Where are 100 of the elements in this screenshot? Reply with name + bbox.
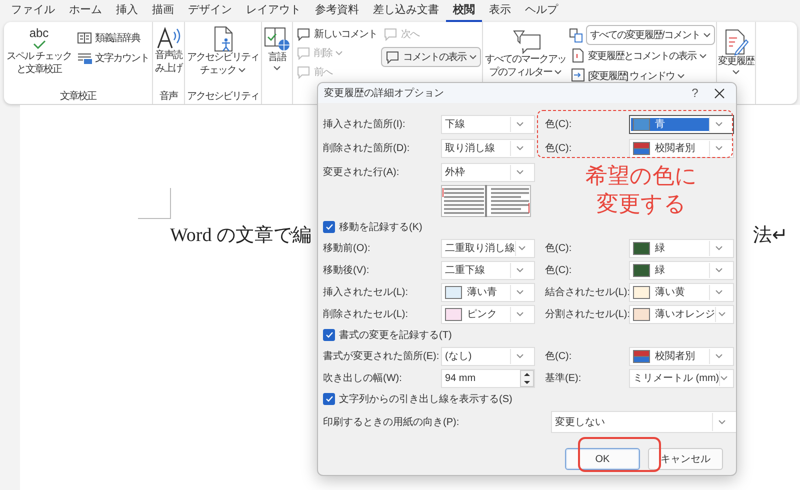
comment-icon <box>383 27 398 41</box>
chevron-icon[interactable] <box>699 52 707 58</box>
color-dropdown[interactable]: 外枠 <box>441 162 535 182</box>
chevron-icon[interactable] <box>732 68 740 74</box>
checkbox[interactable]: 文字列からの引き出し線を表示する(S) <box>323 389 731 409</box>
color-dropdown[interactable]: 二重下線 <box>441 260 535 280</box>
color-dropdown[interactable]: ピンク <box>441 304 535 324</box>
chevron-icon[interactable] <box>238 66 246 73</box>
filter-comment-icon <box>510 29 540 54</box>
width-spin-field[interactable]: 94 mm <box>441 368 535 388</box>
chevron-icon[interactable] <box>516 121 524 127</box>
chevron-icon[interactable] <box>516 311 524 317</box>
color-dropdown[interactable]: 薄いオレンジ <box>629 304 734 324</box>
checkbox[interactable]: 書式の変更を記録する(T) <box>323 325 731 345</box>
menu-tab[interactable]: 表示 <box>482 0 518 22</box>
chevron-icon[interactable] <box>702 32 711 38</box>
menu-tab[interactable]: 参考資料 <box>308 0 366 22</box>
field-label: 吹き出しの幅(W): <box>323 372 403 385</box>
chevron-icon[interactable] <box>677 72 686 78</box>
checkbox[interactable]: 移動を記録する(K) <box>323 217 731 237</box>
color-dropdown[interactable]: 校閲者別 <box>629 346 734 366</box>
language-button[interactable]: 言語 <box>263 25 291 89</box>
markup-display-dropdown[interactable]: すべての変更履歴/コメント <box>586 25 715 45</box>
chevron-icon[interactable] <box>718 419 726 425</box>
read-aloud-button[interactable]: 音声読み上げ <box>154 25 183 89</box>
chevron-icon[interactable] <box>516 289 524 295</box>
chevron-icon[interactable] <box>714 289 722 295</box>
thesaurus-button[interactable]: 類義語辞典 <box>75 29 151 47</box>
comment-command[interactable]: 新しいコメント <box>294 25 379 43</box>
help-button[interactable]: ? <box>685 86 705 100</box>
group-label: 音声 <box>158 90 179 104</box>
chevron-icon[interactable] <box>516 353 524 359</box>
color-dropdown[interactable]: 青 <box>629 114 734 134</box>
track-changes-button[interactable]: 変更履歴 <box>718 25 754 89</box>
word-count-button[interactable]: 文字カウント <box>75 49 151 67</box>
field-label: 色(C): <box>545 242 573 255</box>
color-dropdown[interactable]: 校閲者別 <box>629 138 734 158</box>
field-label: 書式が変更された箇所(E): <box>323 350 440 363</box>
chevron-icon[interactable] <box>554 68 562 75</box>
field-label: 色(C): <box>545 350 573 363</box>
chevron-icon[interactable] <box>714 353 722 359</box>
field-label: 挿入されたセル(L): <box>323 286 409 299</box>
comment-icon <box>385 50 400 64</box>
menu-tab[interactable]: ファイル <box>4 0 62 22</box>
color-dropdown[interactable]: 薄い黄 <box>629 282 734 302</box>
checkmark-icon <box>326 396 332 402</box>
comment-icon <box>296 27 311 41</box>
group-label: 文章校正 <box>59 90 98 104</box>
reviewing-pane-button[interactable]: [変更履歴] ウィンドウ <box>569 66 715 85</box>
color-dropdown[interactable]: 緑 <box>629 238 734 258</box>
menu-tab[interactable]: レイアウト <box>239 0 308 22</box>
chevron-icon[interactable] <box>714 145 722 151</box>
dialog-title: 変更履歴の詳細オプション <box>324 86 445 100</box>
menu-tab[interactable]: 差し込み文書 <box>366 0 446 22</box>
markup-filter-button[interactable]: すべてのマークアップのフィルター <box>484 25 567 89</box>
checkmark-icon <box>326 224 332 230</box>
menu-tab[interactable]: ヘルプ <box>518 0 565 22</box>
field-label: 色(C): <box>545 142 573 155</box>
chevron-icon[interactable] <box>714 267 722 273</box>
field-label: 分割されたセル(L): <box>545 308 629 321</box>
close-icon <box>714 88 725 98</box>
orientation-dropdown[interactable]: 変更しない <box>551 411 736 433</box>
color-dropdown[interactable]: 薄い青 <box>441 282 535 302</box>
chevron-icon[interactable] <box>516 169 524 175</box>
color-dropdown[interactable]: (なし) <box>441 346 535 366</box>
chevron-icon[interactable] <box>518 245 526 251</box>
chevron-icon[interactable] <box>714 245 722 251</box>
spelling-button[interactable]: スペル チェックと文章校正 <box>5 50 73 77</box>
document-pen-icon <box>722 29 749 56</box>
menu-tab[interactable]: デザイン <box>181 0 239 22</box>
color-dropdown[interactable]: 二重取り消し線 <box>441 238 535 258</box>
accessibility-check-button[interactable]: アクセシビリティチェック <box>186 25 260 89</box>
field-label: 結合されたセル(L): <box>545 286 629 299</box>
document-text: Word の文章で編 <box>170 224 312 248</box>
chevron-icon[interactable] <box>714 121 722 127</box>
chevron-icon[interactable] <box>469 54 477 60</box>
split-swatch-icon <box>633 142 650 154</box>
show-comments-dropdown[interactable]: コメントの表示 <box>381 47 481 67</box>
field-label: 削除された箇所(D): <box>323 142 411 155</box>
show-markup-button[interactable]: 変更履歴とコメントの表示 <box>569 46 715 65</box>
chevron-icon[interactable] <box>516 267 524 273</box>
field-label: 移動前(O): <box>323 242 372 255</box>
menu-tab[interactable]: 描画 <box>145 0 181 22</box>
documents-icon <box>569 28 583 42</box>
chevron-icon[interactable] <box>273 64 281 70</box>
color-dropdown[interactable]: 緑 <box>629 260 734 280</box>
spin-arrows-icon[interactable] <box>520 370 534 386</box>
word-count-icon <box>77 51 92 65</box>
ok-button[interactable]: OK <box>565 448 640 470</box>
pane-icon <box>571 68 585 83</box>
menu-tab[interactable]: 挿入 <box>109 0 145 22</box>
dropdown[interactable]: ミリメートル (mm) <box>629 368 734 388</box>
chevron-icon[interactable] <box>720 375 728 381</box>
cancel-button[interactable]: キャンセル <box>648 448 723 470</box>
comment-icon <box>296 46 311 60</box>
color-dropdown[interactable]: 下線 <box>441 114 535 134</box>
color-dropdown[interactable]: 取り消し線 <box>441 138 535 158</box>
chevron-icon[interactable] <box>718 311 726 317</box>
menu-tab[interactable]: ホーム <box>62 0 109 22</box>
chevron-icon[interactable] <box>516 145 524 151</box>
